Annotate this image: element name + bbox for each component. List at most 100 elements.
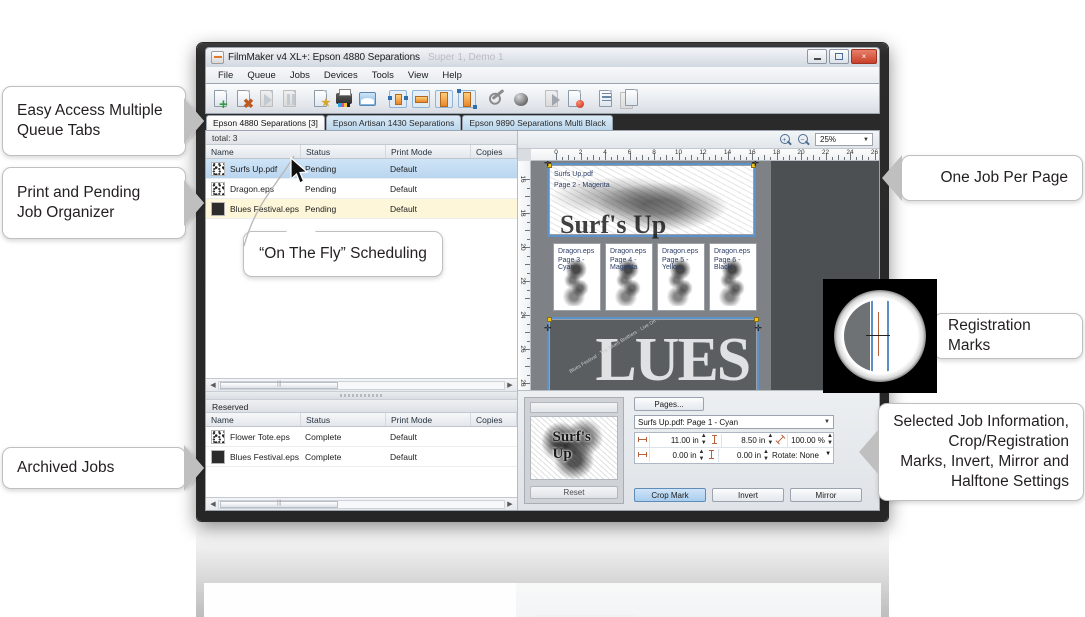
scroll-thumb[interactable] [220, 381, 338, 389]
scroll-right-icon[interactable]: ▶ [505, 500, 515, 508]
archive-hscrollbar[interactable]: ◀ ▶ [206, 497, 517, 510]
col-copies[interactable]: Copies [471, 145, 517, 158]
scale-field[interactable]: 100.00 % [788, 436, 827, 445]
callout-one-job-per-page: One Job Per Page [882, 155, 1083, 201]
print-icon[interactable] [333, 87, 355, 111]
scroll-left-icon[interactable]: ◀ [208, 500, 218, 508]
scroll-right-icon[interactable]: ▶ [505, 381, 515, 389]
zoom-level-select[interactable]: 25% ▼ [815, 133, 873, 146]
ruler-tick-minor [807, 157, 809, 160]
rotate-select[interactable]: None ▼ [798, 451, 833, 460]
col-copies[interactable]: Copies [471, 413, 517, 426]
y-offset-field[interactable]: 0.00 in [719, 451, 763, 460]
scroll-left-icon[interactable]: ◀ [208, 381, 218, 389]
size-row: 11.00 in ▲ ▼ 8.50 in ▲ ▼ 100.00 % ▲ ▼ [635, 433, 833, 448]
ruler-tick-minor [782, 157, 784, 160]
export-icon[interactable] [541, 87, 563, 111]
seal-icon[interactable] [564, 87, 586, 111]
queue-hscrollbar[interactable]: ◀ ▶ [206, 378, 517, 391]
properties-icon[interactable] [595, 87, 617, 111]
col-status[interactable]: Status [301, 145, 386, 158]
ruler-label: 22 [821, 149, 830, 156]
ruler-tick-minor [758, 157, 760, 160]
ruler-tick-minor [819, 157, 821, 160]
app-icon [211, 51, 224, 64]
job-page-select[interactable]: Surfs Up.pdf: Page 1 - Cyan ▼ [634, 415, 834, 429]
minimize-button[interactable] [807, 49, 827, 64]
width-field[interactable]: 11.00 in [650, 436, 701, 445]
table-row[interactable]: Flower Tote.eps Complete Default [206, 427, 517, 447]
close-button[interactable]: × [851, 49, 877, 64]
image-icon[interactable] [356, 87, 378, 111]
delete-job-icon[interactable]: ✖ [233, 87, 255, 111]
archive-list[interactable]: Flower Tote.eps Complete Default Blues F… [206, 427, 517, 497]
sphere-icon[interactable] [510, 87, 532, 111]
ruler-tick-minor [586, 157, 588, 160]
callout-text: Registration Marks [948, 316, 1031, 354]
scroll-track[interactable] [218, 380, 505, 390]
add-job-icon[interactable]: + [210, 87, 232, 112]
queue-tab-9890[interactable]: Epson 9890 Separations Multi Black [462, 115, 613, 130]
crop-mark: ✛ [544, 323, 552, 333]
new-document-icon[interactable]: ★ [310, 87, 332, 111]
ruler-tick-minor [527, 238, 530, 240]
preview-page-dragon-cyan[interactable]: Dragon.eps Page 3 - Cyan [553, 243, 601, 311]
job-thumbnail[interactable]: Surf's Up [530, 415, 618, 481]
height-field[interactable]: 8.50 in [722, 436, 767, 445]
scroll-thumb[interactable] [220, 500, 338, 508]
menu-view[interactable]: View [401, 69, 435, 82]
col-name[interactable]: Name [206, 413, 301, 426]
menu-devices[interactable]: Devices [317, 69, 365, 82]
zoom-out-icon[interactable]: − [797, 133, 811, 147]
reset-button[interactable]: Reset [530, 486, 618, 499]
pages-button[interactable]: Pages... [634, 397, 704, 411]
invert-button[interactable]: Invert [712, 488, 784, 502]
maximize-button[interactable] [829, 49, 849, 64]
crop-mark-button[interactable]: Crop Mark [634, 488, 706, 502]
menu-tools[interactable]: Tools [365, 69, 401, 82]
queue-tab-artisan-1430[interactable]: Epson Artisan 1430 Separations [325, 115, 462, 130]
landscape-icon[interactable] [456, 87, 478, 111]
scale-stepper[interactable]: ▲ ▼ [827, 433, 833, 446]
ruler-tick-minor [527, 306, 530, 308]
start-queue-icon[interactable] [256, 87, 278, 111]
callout-registration-marks: Registration Marks [933, 313, 1083, 359]
job-thumbnail-box: Surf's Up Reset [524, 397, 624, 504]
menu-queue[interactable]: Queue [240, 69, 283, 82]
fit-width-icon[interactable] [410, 87, 432, 111]
portrait-icon[interactable] [433, 87, 455, 111]
preview-page-dragon-magenta[interactable]: Dragon.eps Page 4 - Magenta [605, 243, 653, 311]
menu-help[interactable]: Help [435, 69, 469, 82]
menu-jobs[interactable]: Jobs [283, 69, 317, 82]
preview-page-blues-festival[interactable]: LUES Blues Festival · The Blues Brothers… [544, 317, 762, 390]
col-status[interactable]: Status [301, 413, 386, 426]
ruler-tick-minor [794, 157, 796, 160]
pause-queue-icon[interactable] [279, 87, 301, 111]
menu-file[interactable]: File [211, 69, 240, 82]
mirror-button[interactable]: Mirror [790, 488, 862, 502]
cell-mode: Default [390, 431, 417, 442]
zoom-in-icon[interactable]: + [779, 133, 793, 147]
preview-page-dragon-yellow[interactable]: Dragon.eps Page 5 - Yellow [657, 243, 705, 311]
fit-page-icon[interactable] [387, 87, 409, 111]
ruler-tick-minor [525, 264, 530, 265]
selection-handle[interactable] [547, 317, 552, 322]
window-reflection: Flower Tote.eps Complete Default Blues F… [196, 525, 889, 617]
tool-icon[interactable] [487, 87, 509, 111]
file-thumb-icon [211, 201, 225, 216]
crop-mark: ✛ [751, 161, 759, 168]
scroll-track[interactable] [218, 499, 505, 509]
ruler-tick-minor [527, 221, 530, 223]
preview-page-surfs-up[interactable]: Surfs Up.pdf Page 2 - Magenta Surf's Up … [544, 161, 759, 239]
queue-tab-4880[interactable]: Epson 4880 Separations [3] [206, 115, 325, 130]
preview-page-dragon-black[interactable]: Dragon.eps Page 6 - Black [709, 243, 757, 311]
layers-icon[interactable] [618, 87, 640, 111]
col-mode[interactable]: Print Mode [386, 413, 471, 426]
splitter-handle[interactable] [206, 391, 517, 399]
page-sep-label: Page 6 - Black [714, 257, 741, 271]
table-row[interactable]: Blues Festival.eps Complete Default [206, 447, 517, 467]
selection-handle[interactable] [754, 317, 759, 322]
col-mode[interactable]: Print Mode [386, 145, 471, 158]
x-offset-field[interactable]: 0.00 in [650, 451, 699, 460]
zoom-level-value: 25% [820, 135, 837, 144]
